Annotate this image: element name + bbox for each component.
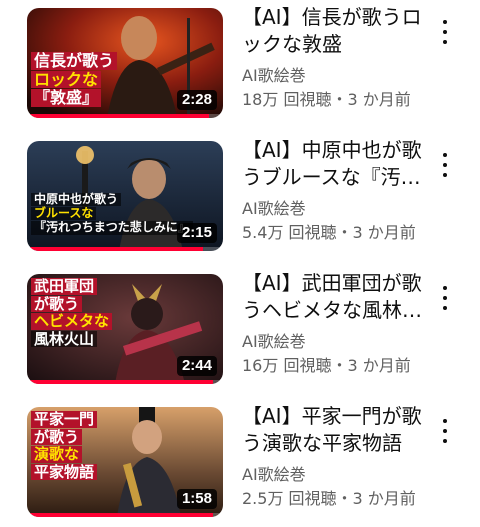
video-stats: 2.5万 回視聴・3 か月前 — [242, 489, 416, 508]
video-thumbnail[interactable]: 武田軍団 が歌う ヘビメタな 風林火山 2:44 — [27, 274, 223, 384]
video-meta: 【AI】中原中也が歌うブルースな『汚れつちまつた悲しみに』 AI歌絵巻 5.4万… — [242, 137, 427, 245]
video-item[interactable]: 中原中也が歌う ブルースな 『汚れつちまつた悲しみに』 2:15 【AI】中原中… — [0, 138, 480, 253]
thumbnail-caption: ヘビメタな — [31, 313, 113, 330]
duration-badge: 1:58 — [176, 489, 217, 509]
thumbnail-caption: ロックな — [31, 70, 102, 89]
thumbnail-caption: 『敦盛』 — [31, 89, 102, 107]
watch-progress-bar — [27, 247, 223, 251]
duration-badge: 2:28 — [176, 90, 217, 110]
video-thumbnail[interactable]: 信長が歌う ロックな 『敦盛』 2:28 — [27, 8, 223, 118]
thumbnail-caption: 武田軍団 — [31, 278, 98, 295]
duration-badge: 2:15 — [176, 223, 217, 243]
thumbnail-caption: 平家物語 — [31, 463, 98, 480]
video-thumbnail[interactable]: 平家一門 が歌う 演歌な 平家物語 1:58 — [27, 407, 223, 517]
video-item[interactable]: 平家一門 が歌う 演歌な 平家物語 1:58 【AI】平家一門が歌う演歌な平家物… — [0, 404, 480, 519]
video-stats: 5.4万 回視聴・3 か月前 — [242, 223, 416, 242]
more-options-icon[interactable] — [438, 18, 452, 46]
more-options-icon[interactable] — [438, 151, 452, 179]
watch-progress-bar — [27, 513, 223, 517]
thumbnail-caption: 信長が歌う — [31, 52, 118, 70]
video-item[interactable]: 武田軍団 が歌う ヘビメタな 風林火山 2:44 【AI】武田軍団が歌うヘビメタ… — [0, 271, 480, 386]
more-options-icon[interactable] — [438, 284, 452, 312]
video-title[interactable]: 【AI】信長が歌うロックな敦盛 — [242, 4, 427, 58]
video-list: 信長が歌う ロックな 『敦盛』 2:28 【AI】信長が歌うロックな敦盛 AI歌… — [0, 0, 480, 527]
thumbnail-caption: が歌う — [31, 428, 83, 445]
video-thumbnail[interactable]: 中原中也が歌う ブルースな 『汚れつちまつた悲しみに』 2:15 — [27, 141, 223, 251]
duration-badge: 2:44 — [176, 356, 217, 376]
channel-name[interactable]: AI歌絵巻 — [242, 64, 427, 88]
channel-name[interactable]: AI歌絵巻 — [242, 197, 427, 221]
thumbnail-caption: 中原中也が歌う — [31, 192, 122, 207]
video-stats: 16万 回視聴・3 か月前 — [242, 356, 411, 375]
thumbnail-caption: 演歌な — [31, 446, 83, 463]
watch-progress-bar — [27, 114, 223, 118]
more-options-icon[interactable] — [438, 417, 452, 445]
video-stats: 18万 回視聴・3 か月前 — [242, 90, 411, 109]
thumbnail-caption: ブルースな — [31, 206, 97, 221]
video-meta: 【AI】信長が歌うロックな敦盛 AI歌絵巻 18万 回視聴・3 か月前 — [242, 4, 427, 112]
video-meta: 【AI】武田軍団が歌うヘビメタな風林火山 AI歌絵巻 16万 回視聴・3 か月前 — [242, 270, 427, 378]
thumbnail-caption: が歌う — [31, 295, 83, 312]
channel-name[interactable]: AI歌絵巻 — [242, 330, 427, 354]
video-title[interactable]: 【AI】中原中也が歌うブルースな『汚れつちまつた悲しみに』 — [242, 137, 427, 191]
thumbnail-caption: 風林火山 — [31, 330, 98, 347]
video-item[interactable]: 信長が歌う ロックな 『敦盛』 2:28 【AI】信長が歌うロックな敦盛 AI歌… — [0, 5, 480, 120]
thumbnail-caption: 平家一門 — [31, 411, 98, 428]
video-title[interactable]: 【AI】平家一門が歌う演歌な平家物語 — [242, 403, 427, 457]
video-meta: 【AI】平家一門が歌う演歌な平家物語 AI歌絵巻 2.5万 回視聴・3 か月前 — [242, 403, 427, 511]
thumbnail-caption: 『汚れつちまつた悲しみに』 — [31, 221, 193, 235]
channel-name[interactable]: AI歌絵巻 — [242, 463, 427, 487]
video-title[interactable]: 【AI】武田軍団が歌うヘビメタな風林火山 — [242, 270, 427, 324]
watch-progress-bar — [27, 380, 223, 384]
